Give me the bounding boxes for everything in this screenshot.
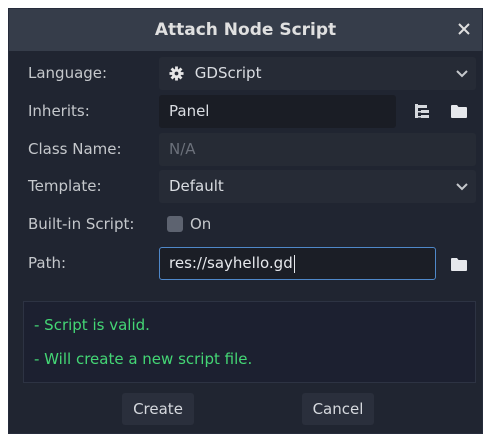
inherits-value: Panel [169, 102, 210, 120]
class-name-placeholder: N/A [169, 140, 196, 158]
class-name-label: Class Name: [28, 140, 122, 158]
inherits-input[interactable]: Panel [159, 95, 396, 128]
class-tree-icon [415, 104, 429, 118]
language-select[interactable]: GDScript [159, 57, 476, 90]
attach-node-script-dialog: Attach Node Script Language: GDScript In… [8, 8, 483, 434]
template-label: Template: [28, 177, 102, 195]
language-value: GDScript [194, 64, 262, 82]
cancel-button[interactable]: Cancel [302, 393, 374, 425]
create-button[interactable]: Create [122, 393, 194, 425]
gear-icon [169, 66, 184, 81]
template-value: Default [169, 177, 224, 195]
class-name-input[interactable]: N/A [159, 133, 476, 166]
inherits-label: Inherits: [28, 102, 90, 120]
language-label: Language: [28, 64, 108, 82]
text-cursor [293, 254, 295, 273]
browse-path-button[interactable] [446, 251, 472, 277]
browse-parent-button[interactable] [446, 98, 472, 124]
builtin-script-checkbox[interactable]: On [167, 208, 211, 240]
close-button[interactable] [452, 17, 476, 41]
chevron-down-icon [456, 170, 468, 203]
folder-icon [451, 105, 467, 118]
chevron-down-icon [456, 57, 468, 90]
path-input[interactable]: res://sayhello.gd [159, 247, 436, 280]
builtin-on-label: On [190, 215, 212, 233]
checkbox-box [167, 216, 183, 232]
status-line-valid: - Script is valid. [34, 316, 150, 334]
class-tree-button[interactable] [409, 98, 435, 124]
status-line-create: - Will create a new script file. [34, 350, 253, 368]
folder-icon [451, 258, 467, 271]
builtin-script-label: Built-in Script: [28, 215, 135, 233]
path-value: res://sayhello.gd [169, 254, 293, 272]
status-panel: - Script is valid. - Will create a new s… [23, 301, 476, 383]
title-bar: Attach Node Script [9, 9, 482, 51]
template-select[interactable]: Default [159, 170, 476, 203]
path-label: Path: [28, 254, 67, 272]
close-icon [458, 23, 470, 35]
dialog-title: Attach Node Script [154, 20, 337, 40]
